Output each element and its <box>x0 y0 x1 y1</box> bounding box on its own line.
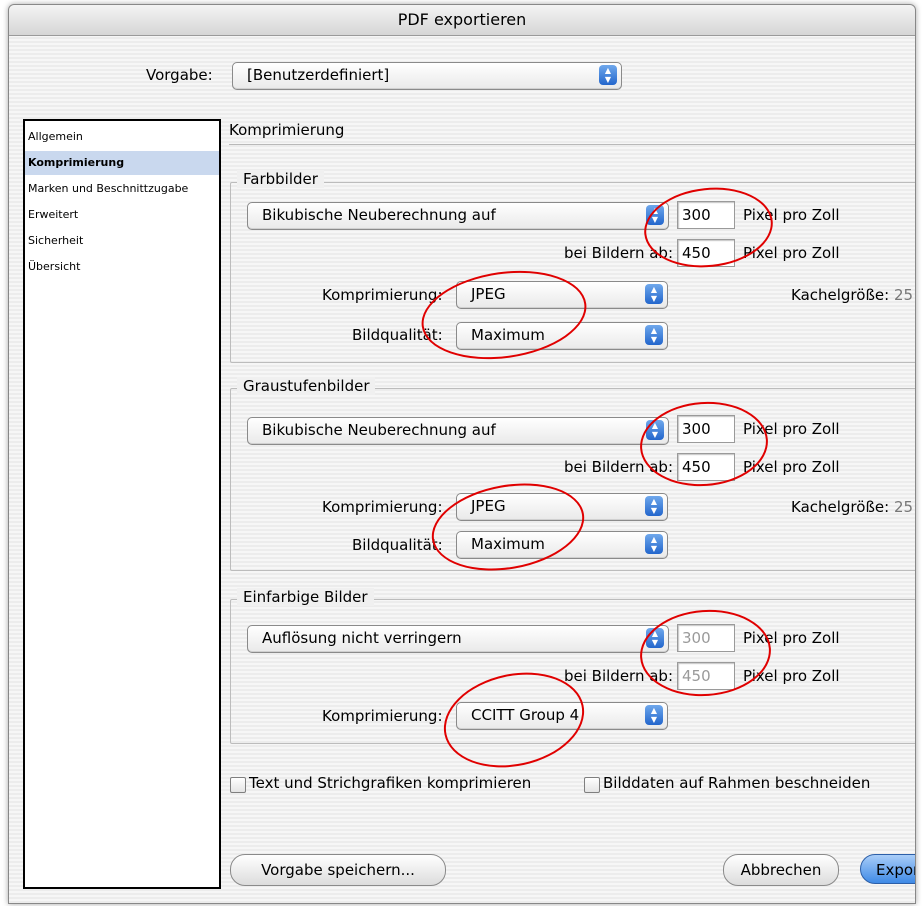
mono-resolution-value: 300 <box>682 629 711 647</box>
gray-quality-label: Bildqualität: <box>352 536 443 554</box>
sidebar-item-uebersicht[interactable]: Übersicht <box>25 255 219 279</box>
color-resampling-value: Bikubische Neuberechnung auf <box>262 206 496 224</box>
color-above-value: 450 <box>682 244 711 262</box>
mono-resolution-field[interactable]: 300 <box>677 624 735 652</box>
color-tile-label-text: Kachelgröße: <box>791 286 890 304</box>
sidebar-item-label: Allgemein <box>28 130 83 143</box>
color-tile-label: Kachelgröße: 25 <box>791 286 913 304</box>
color-quality-select[interactable]: Maximum ▲ ▼ <box>456 322 668 350</box>
color-above-label: bei Bildern ab: <box>564 244 674 262</box>
gray-above-label: bei Bildern ab: <box>564 458 674 476</box>
sidebar-item-sicherheit[interactable]: Sicherheit <box>25 229 219 253</box>
mono-resampling-select[interactable]: Auflösung nicht verringern ▲ ▼ <box>247 625 669 653</box>
pdf-export-dialog: PDF exportieren Vorgabe: [Benutzerdefini… <box>8 4 916 904</box>
mono-compression-select[interactable]: CCITT Group 4 ▲ ▼ <box>456 702 668 730</box>
gray-above-value: 450 <box>682 458 711 476</box>
mono-above-field[interactable]: 450 <box>677 662 735 690</box>
sidebar-item-komprimierung[interactable]: Komprimierung <box>25 151 219 175</box>
section-title: Komprimierung <box>229 121 345 139</box>
sidebar-item-label: Erweitert <box>28 208 79 221</box>
gray-compression-value: JPEG <box>471 497 506 515</box>
sidebar-item-label: Übersicht <box>28 260 81 273</box>
preset-select[interactable]: [Benutzerdefiniert] ▲ ▼ <box>232 62 622 90</box>
mono-resolution-unit: Pixel pro Zoll <box>743 629 840 647</box>
color-resolution-field[interactable]: 300 <box>677 201 735 229</box>
color-above-field[interactable]: 450 <box>677 239 735 267</box>
color-quality-value: Maximum <box>471 326 545 344</box>
popup-arrows-icon: ▲ ▼ <box>645 534 663 554</box>
crop-images-label: Bilddaten auf Rahmen beschneiden <box>603 774 871 792</box>
gray-resolution-unit: Pixel pro Zoll <box>743 420 840 438</box>
sidebar-item-label: Sicherheit <box>28 234 84 247</box>
color-resolution-unit: Pixel pro Zoll <box>743 206 840 224</box>
color-resampling-select[interactable]: Bikubische Neuberechnung auf ▲ ▼ <box>247 202 669 230</box>
color-tile-value: 25 <box>893 286 914 304</box>
gray-quality-select[interactable]: Maximum ▲ ▼ <box>456 531 668 559</box>
compress-text-label: Text und Strichgrafiken komprimieren <box>249 774 532 792</box>
gray-resampling-select[interactable]: Bikubische Neuberechnung auf ▲ ▼ <box>247 417 669 445</box>
gray-compression-label: Komprimierung: <box>322 498 443 516</box>
popup-arrows-icon: ▲ ▼ <box>645 496 663 516</box>
section-divider <box>229 144 915 145</box>
popup-arrows-icon: ▲ ▼ <box>645 705 663 725</box>
gray-resampling-value: Bikubische Neuberechnung auf <box>262 421 496 439</box>
mono-compression-value: CCITT Group 4 <box>471 706 580 724</box>
sidebar-item-allgemein[interactable]: Allgemein <box>25 125 219 149</box>
preset-label: Vorgabe: <box>146 66 213 84</box>
gray-tile-value: 25 <box>893 498 914 516</box>
mono-above-label: bei Bildern ab: <box>564 667 674 685</box>
sidebar-item-label: Komprimierung <box>28 156 125 169</box>
gray-quality-value: Maximum <box>471 535 545 553</box>
color-images-title: Farbbilder <box>237 170 324 188</box>
crop-images-checkbox[interactable] <box>584 777 600 793</box>
preset-value: [Benutzerdefiniert] <box>247 66 390 84</box>
title-bar[interactable]: PDF exportieren <box>9 5 915 36</box>
save-preset-button[interactable]: Vorgabe speichern... <box>230 854 446 886</box>
gray-tile-label: Kachelgröße: 25 <box>791 498 913 516</box>
window-title: PDF exportieren <box>397 10 527 29</box>
color-compression-select[interactable]: JPEG ▲ ▼ <box>456 281 668 309</box>
export-button[interactable]: Exportieren <box>860 854 915 884</box>
sidebar-item-label: Marken und Beschnittzugabe <box>28 182 189 195</box>
color-resolution-value: 300 <box>682 206 711 224</box>
compress-text-checkbox[interactable] <box>230 777 246 793</box>
popup-arrows-icon: ▲ ▼ <box>646 420 664 440</box>
mono-images-title: Einfarbige Bilder <box>237 588 374 606</box>
sidebar-item-erweitert[interactable]: Erweitert <box>25 203 219 227</box>
mono-above-unit: Pixel pro Zoll <box>743 667 840 685</box>
gray-tile-label-text: Kachelgröße: <box>791 498 890 516</box>
gray-resolution-value: 300 <box>682 420 711 438</box>
gray-resolution-field[interactable]: 300 <box>677 415 735 443</box>
color-compression-label: Komprimierung: <box>322 286 443 304</box>
mono-resampling-value: Auflösung nicht verringern <box>262 629 462 647</box>
popup-arrows-icon: ▲ ▼ <box>646 205 664 225</box>
color-quality-label: Bildqualität: <box>352 326 443 344</box>
sidebar-item-marken[interactable]: Marken und Beschnittzugabe <box>25 177 219 201</box>
gray-above-field[interactable]: 450 <box>677 453 735 481</box>
gray-images-title: Graustufenbilder <box>237 377 376 395</box>
popup-arrows-icon: ▲ ▼ <box>599 65 617 85</box>
color-compression-value: JPEG <box>471 285 506 303</box>
popup-arrows-icon: ▲ ▼ <box>645 284 663 304</box>
cancel-button[interactable]: Abbrechen <box>723 854 839 886</box>
color-above-unit: Pixel pro Zoll <box>743 244 840 262</box>
mono-above-value: 450 <box>682 667 711 685</box>
popup-arrows-icon: ▲ ▼ <box>646 628 664 648</box>
gray-above-unit: Pixel pro Zoll <box>743 458 840 476</box>
popup-arrows-icon: ▲ ▼ <box>645 325 663 345</box>
category-list: Allgemein Komprimierung Marken und Besch… <box>23 119 221 889</box>
gray-compression-select[interactable]: JPEG ▲ ▼ <box>456 493 668 521</box>
mono-compression-label: Komprimierung: <box>322 707 443 725</box>
